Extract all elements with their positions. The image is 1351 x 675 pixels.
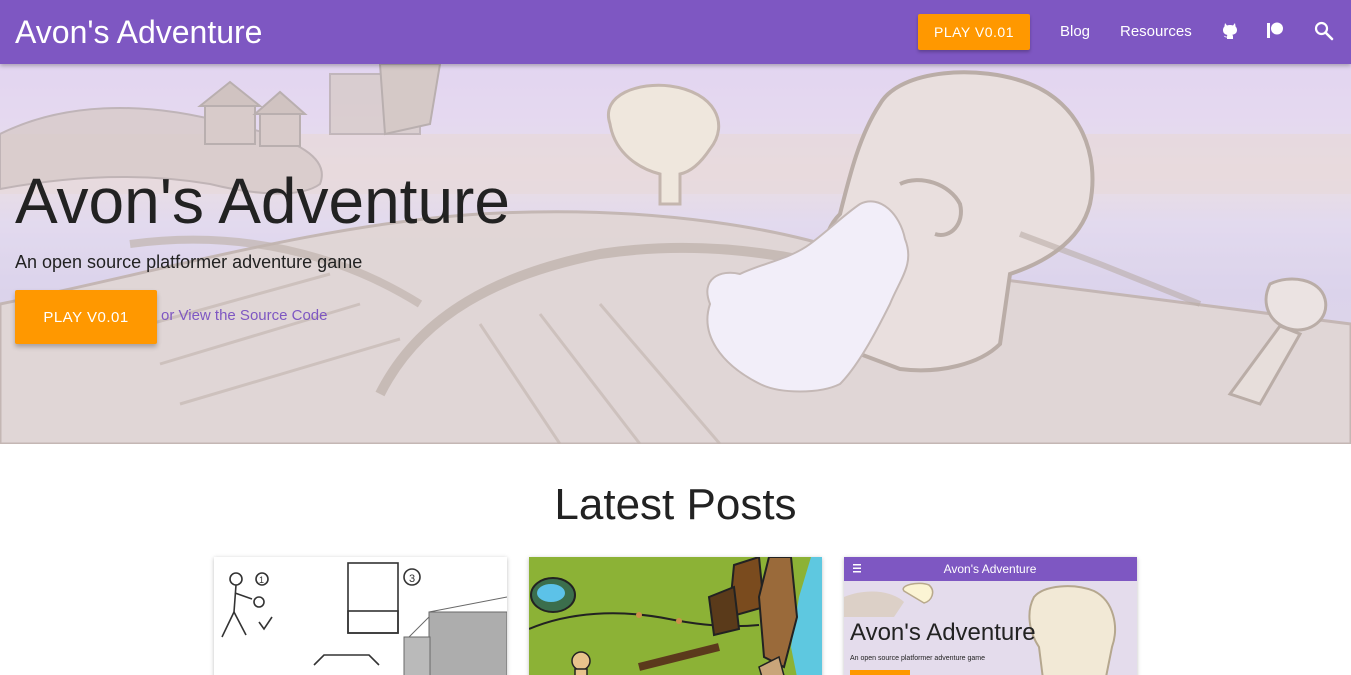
nav-link-resources[interactable]: Resources bbox=[1120, 22, 1192, 42]
nav-play-button[interactable]: PLAY V0.01 bbox=[918, 14, 1030, 50]
nav-link-blog[interactable]: Blog bbox=[1060, 22, 1090, 42]
hero-title: Avon's Adventure bbox=[15, 165, 510, 237]
screenshot-hero-title: Avon's Adventure bbox=[850, 619, 1036, 646]
hero-play-button[interactable]: PLAY V0.01 bbox=[15, 290, 157, 344]
post-thumbnail-site-screenshot: Avon's Adventure Avon's Adventure An ope… bbox=[844, 557, 1137, 675]
brand-logo-link[interactable]: Avon's Adventure bbox=[15, 13, 262, 51]
search-icon[interactable] bbox=[1312, 19, 1336, 43]
post-thumbnail-green-level bbox=[529, 557, 822, 675]
screenshot-nav-title: Avon's Adventure bbox=[944, 562, 1037, 576]
post-card[interactable]: Avon's Adventure Avon's Adventure An ope… bbox=[844, 557, 1137, 675]
github-icon[interactable] bbox=[1218, 19, 1242, 43]
post-card[interactable]: 1 3 bbox=[214, 557, 507, 675]
post-card[interactable] bbox=[529, 557, 822, 675]
svg-text:1: 1 bbox=[259, 575, 264, 585]
hero-section: Avon's Adventure An open source platform… bbox=[0, 64, 1351, 444]
latest-posts-heading: Latest Posts bbox=[554, 480, 797, 529]
screenshot-hero-subtitle: An open source platformer adventure game bbox=[850, 655, 985, 662]
hero-subtitle: An open source platformer adventure game bbox=[15, 252, 363, 272]
post-thumbnail-storyboard: 1 3 bbox=[214, 557, 507, 675]
patreon-icon[interactable] bbox=[1263, 19, 1287, 43]
view-source-link[interactable]: or View the Source Code bbox=[161, 307, 328, 325]
svg-text:3: 3 bbox=[409, 573, 415, 585]
top-navbar: Avon's Adventure PLAY V0.01 Blog Resourc… bbox=[0, 0, 1351, 64]
